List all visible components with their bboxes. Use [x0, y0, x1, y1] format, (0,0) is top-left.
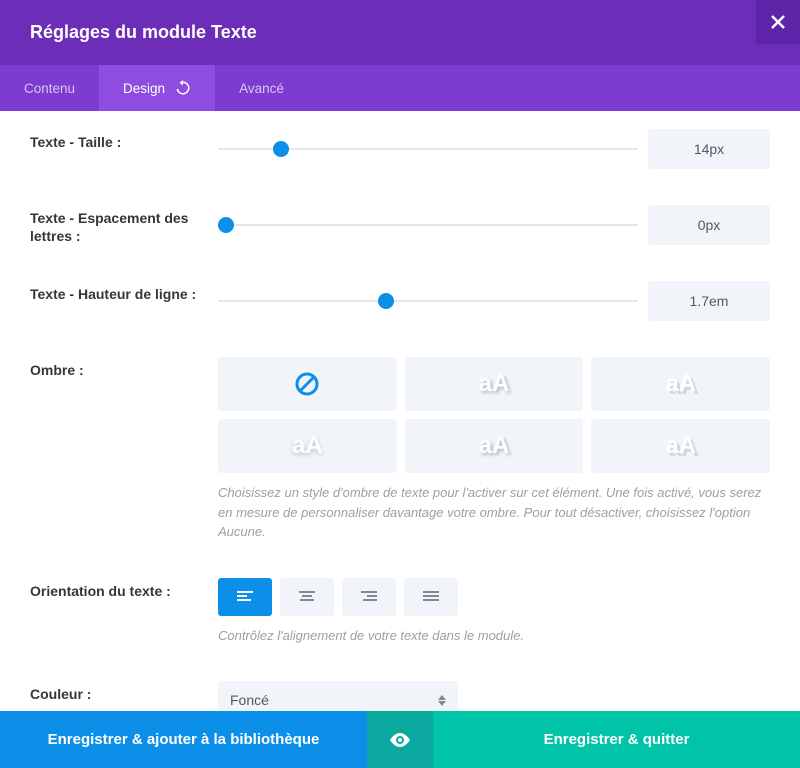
row-letter-spacing: Texte - Espacement des lettres : 0px — [30, 187, 770, 263]
modal-footer: Enregistrer & ajouter à la bibliothèque … — [0, 711, 800, 768]
tab-bar: Contenu Design Avancé — [0, 65, 800, 111]
align-left-icon — [237, 591, 253, 603]
align-left-button[interactable] — [218, 578, 272, 616]
label-color: Couleur : — [30, 681, 218, 703]
slider-letter-spacing[interactable] — [218, 215, 638, 235]
modal-title: Réglages du module Texte — [30, 22, 257, 43]
close-icon — [771, 15, 785, 29]
value-text-size[interactable]: 14px — [648, 129, 770, 169]
settings-panel: Texte - Taille : 14px Texte - Espacement… — [0, 111, 800, 711]
align-center-icon — [299, 591, 315, 603]
row-text-size: Texte - Taille : 14px — [30, 111, 770, 187]
help-shadow: Choisissez un style d'ombre de texte pou… — [218, 483, 770, 542]
text-module-settings: Réglages du module Texte Contenu Design … — [0, 0, 800, 768]
shadow-option-5[interactable]: aA — [591, 419, 770, 473]
tab-design[interactable]: Design — [99, 65, 215, 111]
shadow-option-none[interactable] — [218, 357, 397, 411]
modal-header: Réglages du module Texte — [0, 0, 800, 65]
tab-advanced[interactable]: Avancé — [215, 65, 308, 111]
save-to-library-button[interactable]: Enregistrer & ajouter à la bibliothèque — [0, 711, 367, 768]
preview-button[interactable] — [367, 711, 433, 768]
chevron-updown-icon — [438, 695, 446, 706]
label-letter-spacing: Texte - Espacement des lettres : — [30, 205, 218, 245]
align-justify-icon — [423, 591, 439, 603]
label-shadow: Ombre : — [30, 357, 218, 379]
prohibited-icon — [294, 371, 320, 397]
shadow-option-3[interactable]: aA — [218, 419, 397, 473]
save-and-exit-button[interactable]: Enregistrer & quitter — [433, 711, 800, 768]
select-color-value: Foncé — [230, 692, 269, 708]
help-orientation: Contrôlez l'alignement de votre texte da… — [218, 626, 770, 646]
reset-icon — [175, 80, 191, 96]
row-orientation: Orientation du texte : Cont — [30, 560, 770, 664]
slider-text-size[interactable] — [218, 139, 638, 159]
label-orientation: Orientation du texte : — [30, 578, 218, 600]
slider-line-height[interactable] — [218, 291, 638, 311]
eye-icon — [390, 733, 410, 747]
shadow-option-2[interactable]: aA — [591, 357, 770, 411]
row-line-height: Texte - Hauteur de ligne : 1.7em — [30, 263, 770, 339]
value-letter-spacing[interactable]: 0px — [648, 205, 770, 245]
shadow-options: aA aA aA aA aA — [218, 357, 770, 473]
label-text-size: Texte - Taille : — [30, 129, 218, 151]
close-button[interactable] — [756, 0, 800, 44]
shadow-option-1[interactable]: aA — [405, 357, 584, 411]
row-shadow: Ombre : aA aA aA aA aA — [30, 339, 770, 560]
value-line-height[interactable]: 1.7em — [648, 281, 770, 321]
align-justify-button[interactable] — [404, 578, 458, 616]
shadow-option-4[interactable]: aA — [405, 419, 584, 473]
align-right-button[interactable] — [342, 578, 396, 616]
align-buttons — [218, 578, 770, 616]
row-color: Couleur : Foncé Choisissez si votre text… — [30, 663, 770, 711]
select-color[interactable]: Foncé — [218, 681, 458, 711]
align-center-button[interactable] — [280, 578, 334, 616]
tab-content[interactable]: Contenu — [0, 65, 99, 111]
label-line-height: Texte - Hauteur de ligne : — [30, 281, 218, 303]
align-right-icon — [361, 591, 377, 603]
